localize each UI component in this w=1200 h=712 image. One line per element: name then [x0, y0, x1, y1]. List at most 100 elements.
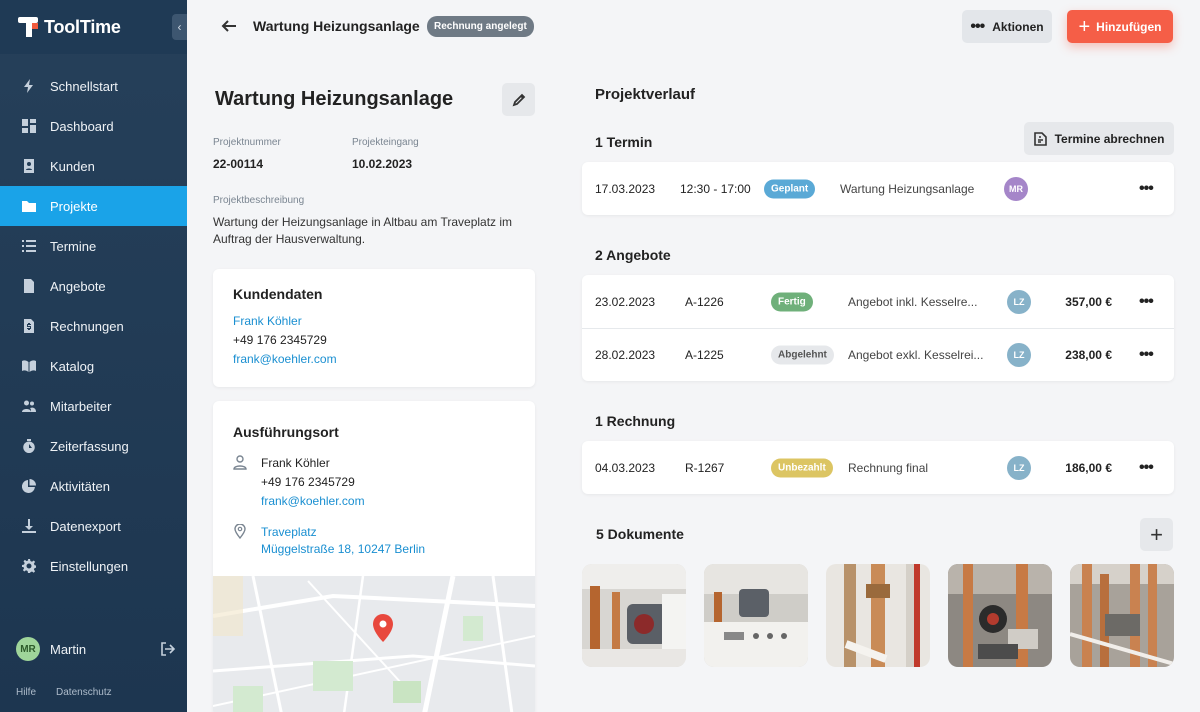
sidebar-item-aktivitaeten[interactable]: Aktivitäten	[0, 466, 187, 506]
back-arrow-icon[interactable]	[220, 17, 238, 35]
location-card-title: Ausführungsort	[233, 424, 339, 440]
row-date: 28.02.2023	[595, 348, 656, 362]
location-place-link[interactable]: Traveplatz	[261, 525, 317, 539]
document-thumbnail[interactable]	[826, 564, 930, 667]
table-row[interactable]: 04.03.2023 R-1267 Unbezahlt Rechnung fin…	[582, 441, 1174, 494]
row-text: Rechnung final	[848, 460, 929, 475]
location-contact-email-link[interactable]: frank@koehler.com	[261, 494, 365, 508]
bill-appointments-button[interactable]: Termine abrechnen	[1024, 122, 1174, 155]
row-date: 17.03.2023	[595, 181, 656, 196]
project-description-label: Projektbeschreibung	[213, 195, 305, 206]
sidebar-item-zeiterfassung[interactable]: Zeiterfassung	[0, 426, 187, 466]
location-map[interactable]	[213, 576, 535, 712]
map-canvas	[213, 576, 535, 712]
project-number: 22-00114	[213, 157, 264, 171]
sidebar-item-label: Schnellstart	[50, 78, 118, 94]
add-document-button[interactable]: +	[1140, 518, 1173, 551]
sidebar-item-rechnungen[interactable]: Rechnungen	[0, 306, 187, 346]
document-thumbnail[interactable]	[948, 564, 1052, 667]
avatar: LZ	[1007, 455, 1031, 480]
page-title: Wartung Heizungsanlage	[215, 88, 454, 110]
documents-heading: 5 Dokumente	[596, 526, 684, 542]
list-icon	[22, 239, 36, 253]
brand-name: ToolTime	[44, 16, 121, 37]
valve-photo-image	[948, 564, 1052, 667]
privacy-link[interactable]: Datenschutz	[56, 687, 112, 698]
sidebar-item-label: Termine	[50, 238, 97, 254]
document-icon	[22, 279, 36, 293]
row-date: 04.03.2023	[595, 460, 656, 475]
more-options-icon[interactable]: •••	[1139, 347, 1154, 363]
sidebar-item-angebote[interactable]: Angebote	[0, 266, 187, 306]
sidebar-item-katalog[interactable]: Katalog	[0, 346, 187, 386]
row-amount: 238,00 €	[1065, 348, 1112, 362]
table-row[interactable]: 17.03.2023 12:30 - 17:00 Geplant Wartung…	[582, 162, 1174, 215]
gear-icon	[22, 559, 36, 573]
brand[interactable]: ToolTime ‹	[0, 0, 187, 54]
book-icon	[22, 359, 36, 373]
location-contact-phone: +49 176 2345729	[261, 475, 355, 489]
sidebar-item-dashboard[interactable]: Dashboard	[0, 106, 187, 146]
location-card: Ausführungsort Frank Köhler +49 176 2345…	[213, 401, 535, 712]
sidebar-item-mitarbeiter[interactable]: Mitarbeiter	[0, 386, 187, 426]
sidebar-item-kunden[interactable]: Kunden	[0, 146, 187, 186]
collapse-sidebar-button[interactable]: ‹	[172, 14, 187, 40]
more-options-icon[interactable]: •••	[1139, 459, 1154, 476]
more-options-icon[interactable]: •••	[1139, 180, 1154, 197]
sidebar-item-einstellungen[interactable]: Einstellungen	[0, 546, 187, 586]
more-icon: •••	[970, 17, 985, 35]
grid-icon	[22, 119, 36, 133]
avatar: MR	[1004, 176, 1028, 201]
customer-name-link[interactable]: Frank Köhler	[233, 314, 302, 328]
actions-button[interactable]: ••• Aktionen	[962, 10, 1052, 43]
tooltime-logo-icon	[18, 17, 38, 37]
location-address-link[interactable]: Müggelstraße 18, 10247 Berlin	[261, 542, 425, 556]
sidebar-item-label: Zeiterfassung	[50, 438, 129, 454]
people-icon	[22, 399, 36, 413]
sidebar-item-label: Datenexport	[50, 518, 121, 534]
document-thumbnail[interactable]	[582, 564, 686, 667]
actions-label: Aktionen	[992, 19, 1044, 34]
sidebar: ToolTime ‹ Schnellstart Dashboard Kunden…	[0, 0, 187, 712]
sidebar-item-schnellstart[interactable]: Schnellstart	[0, 66, 187, 106]
location-contact-name: Frank Köhler	[261, 456, 330, 470]
location-pin-icon	[234, 524, 246, 539]
project-number-label: Projektnummer	[213, 137, 281, 148]
contacts-icon	[22, 159, 36, 173]
sidebar-item-termine[interactable]: Termine	[0, 226, 187, 266]
user-menu[interactable]: MR Martin	[16, 637, 176, 661]
sidebar-item-label: Angebote	[50, 278, 106, 294]
row-id: A-1226	[685, 294, 724, 309]
avatar: MR	[16, 637, 40, 661]
document-thumbnail[interactable]	[704, 564, 808, 667]
customer-email-link[interactable]: frank@koehler.com	[233, 352, 337, 366]
stopwatch-icon	[22, 439, 36, 453]
project-received-label: Projekteingang	[352, 137, 419, 148]
table-row[interactable]: 23.02.2023 A-1226 Fertig Angebot inkl. K…	[582, 275, 1174, 328]
row-time: 12:30 - 17:00	[680, 181, 751, 196]
help-link[interactable]: Hilfe	[16, 687, 36, 698]
offers-heading: 2 Angebote	[595, 247, 671, 263]
document-thumbnail[interactable]	[1070, 564, 1174, 667]
more-options-icon[interactable]: •••	[1139, 293, 1154, 310]
sidebar-item-projekte[interactable]: Projekte	[0, 186, 187, 226]
row-amount: 357,00 €	[1065, 294, 1112, 309]
row-id: A-1225	[685, 348, 724, 362]
add-button[interactable]: + Hinzufügen	[1067, 10, 1173, 43]
sidebar-item-datenexport[interactable]: Datenexport	[0, 506, 187, 546]
appointments-list: 17.03.2023 12:30 - 17:00 Geplant Wartung…	[582, 162, 1174, 215]
table-row[interactable]: 28.02.2023 A-1225 Abgelehnt Angebot exkl…	[582, 328, 1174, 381]
person-icon	[233, 455, 247, 470]
row-text: Wartung Heizungsanlage	[840, 181, 975, 196]
status-badge: Geplant	[764, 179, 816, 198]
sidebar-item-label: Katalog	[50, 358, 95, 374]
folder-icon	[22, 199, 36, 213]
logout-icon[interactable]	[160, 641, 176, 657]
copper-pipes-photo-image	[1070, 564, 1174, 667]
pie-icon	[22, 479, 36, 493]
user-name: Martin	[50, 641, 87, 657]
sidebar-item-label: Mitarbeiter	[50, 398, 112, 414]
add-label: Hinzufügen	[1096, 19, 1162, 34]
edit-project-button[interactable]	[502, 83, 535, 116]
document-thumbnails	[582, 564, 1174, 667]
